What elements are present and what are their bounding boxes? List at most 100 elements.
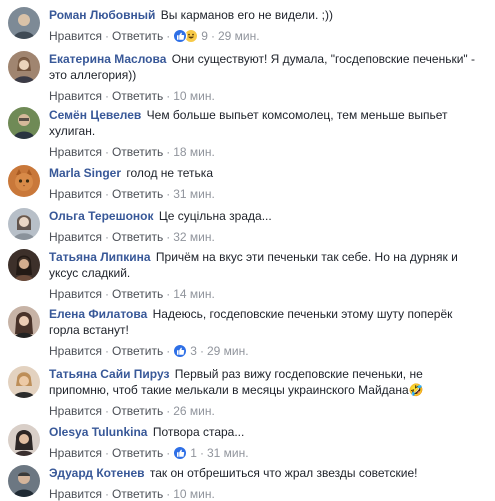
comment-text: Потвора стара... bbox=[152, 425, 245, 439]
separator: · bbox=[199, 344, 204, 358]
separator: · bbox=[104, 344, 109, 358]
reply-link[interactable]: Ответить bbox=[112, 287, 163, 301]
comment-body: Семён Цевелев Чем больше выпьет комсомол… bbox=[49, 107, 477, 160]
like-link[interactable]: Нравится bbox=[49, 29, 102, 43]
like-link[interactable]: Нравится bbox=[49, 446, 102, 460]
laughing-emoji-icon: 🤣 bbox=[408, 383, 424, 397]
like-link[interactable]: Нравится bbox=[49, 344, 102, 358]
like-link[interactable]: Нравится bbox=[49, 487, 102, 501]
comment-text-line: Татьяна Липкина Причём на вкус эти печен… bbox=[49, 249, 477, 281]
reply-link[interactable]: Ответить bbox=[112, 404, 163, 418]
separator: · bbox=[199, 446, 204, 460]
comment-actions: Нравится · Ответить · 3 · 29 мин. bbox=[49, 343, 477, 360]
comment-text-line: Ольга Терешонок Це суцільна зрада... bbox=[49, 208, 477, 224]
separator: · bbox=[166, 487, 171, 501]
author-name[interactable]: Семён Цевелев bbox=[49, 108, 141, 122]
comment-text-line: Роман Любовный Вы карманов его не видели… bbox=[49, 7, 477, 23]
timestamp[interactable]: 32 мин. bbox=[173, 230, 215, 244]
separator: · bbox=[104, 287, 109, 301]
comment-text: голод не тетька bbox=[126, 166, 213, 180]
avatar[interactable] bbox=[8, 51, 40, 83]
reaction-count: 3 bbox=[190, 343, 197, 358]
reply-link[interactable]: Ответить bbox=[112, 145, 163, 159]
like-icon bbox=[173, 445, 188, 460]
comment-body: Татьяна Сайи Пируз Первый раз вижу госде… bbox=[49, 366, 477, 419]
separator: · bbox=[104, 29, 109, 43]
avatar[interactable] bbox=[8, 165, 40, 197]
like-link[interactable]: Нравится bbox=[49, 145, 102, 159]
author-name[interactable]: Marla Singer bbox=[49, 166, 121, 180]
comment-body: Роман Любовный Вы карманов его не видели… bbox=[49, 7, 477, 45]
timestamp[interactable]: 31 мин. bbox=[207, 446, 249, 460]
separator: · bbox=[166, 230, 171, 244]
reactions[interactable]: 1 bbox=[173, 445, 197, 461]
comment-body: Елена Филатова Надеюсь, госдеповские печ… bbox=[49, 306, 477, 360]
author-name[interactable]: Olesya Tulunkina bbox=[49, 425, 147, 439]
timestamp[interactable]: 10 мин. bbox=[173, 89, 215, 103]
author-name[interactable]: Екатерина Маслова bbox=[49, 52, 166, 66]
timestamp[interactable]: 31 мин. bbox=[173, 187, 215, 201]
comment-text-line: Эдуард Котенев так он отбрешиться что жр… bbox=[49, 465, 477, 481]
like-link[interactable]: Нравится bbox=[49, 287, 102, 301]
author-name[interactable]: Ольга Терешонок bbox=[49, 209, 154, 223]
author-name[interactable]: Роман Любовный bbox=[49, 8, 155, 22]
timestamp[interactable]: 29 мин. bbox=[218, 29, 260, 43]
timestamp[interactable]: 14 мин. bbox=[173, 287, 215, 301]
separator: · bbox=[104, 230, 109, 244]
reactions[interactable]: 9 bbox=[173, 28, 208, 44]
like-link[interactable]: Нравится bbox=[49, 89, 102, 103]
comment-actions: Нравится · Ответить · 18 мин. bbox=[49, 144, 477, 160]
separator: · bbox=[104, 446, 109, 460]
like-link[interactable]: Нравится bbox=[49, 187, 102, 201]
avatar[interactable] bbox=[8, 249, 40, 281]
separator: · bbox=[166, 29, 171, 43]
like-icon bbox=[173, 343, 188, 358]
separator: · bbox=[166, 89, 171, 103]
comment-body: Ольга Терешонок Це суцільна зрада... Нра… bbox=[49, 208, 477, 245]
author-name[interactable]: Эдуард Котенев bbox=[49, 466, 145, 480]
comment-text: Це суцільна зрада... bbox=[158, 209, 272, 223]
reply-link[interactable]: Ответить bbox=[112, 89, 163, 103]
avatar[interactable] bbox=[8, 7, 40, 39]
avatar[interactable] bbox=[8, 424, 40, 456]
comment-body: Екатерина Маслова Они существуют! Я дума… bbox=[49, 51, 477, 104]
separator: · bbox=[104, 404, 109, 418]
separator: · bbox=[166, 404, 171, 418]
reply-link[interactable]: Ответить bbox=[112, 344, 163, 358]
avatar[interactable] bbox=[8, 465, 40, 497]
reply-link[interactable]: Ответить bbox=[112, 230, 163, 244]
avatar[interactable] bbox=[8, 208, 40, 240]
separator: · bbox=[104, 145, 109, 159]
avatar[interactable] bbox=[8, 107, 40, 139]
author-name[interactable]: Елена Филатова bbox=[49, 307, 147, 321]
comment-text: так он отбрешиться что жрал звезды совет… bbox=[149, 466, 418, 480]
reactions[interactable]: 3 bbox=[173, 343, 197, 359]
avatar[interactable] bbox=[8, 366, 40, 398]
separator: · bbox=[166, 446, 171, 460]
comment-body: Эдуард Котенев так он отбрешиться что жр… bbox=[49, 465, 477, 501]
reply-link[interactable]: Ответить bbox=[112, 187, 163, 201]
separator: · bbox=[166, 287, 171, 301]
separator: · bbox=[104, 187, 109, 201]
author-name[interactable]: Татьяна Липкина bbox=[49, 250, 151, 264]
avatar[interactable] bbox=[8, 306, 40, 338]
timestamp[interactable]: 29 мин. bbox=[207, 344, 249, 358]
author-name[interactable]: Татьяна Сайи Пируз bbox=[49, 367, 169, 381]
comment-actions: Нравится · Ответить · 14 мин. bbox=[49, 286, 477, 302]
like-link[interactable]: Нравится bbox=[49, 230, 102, 244]
separator: · bbox=[166, 145, 171, 159]
comment-actions: Нравится · Ответить · 32 мин. bbox=[49, 229, 477, 245]
separator: · bbox=[166, 187, 171, 201]
like-link[interactable]: Нравится bbox=[49, 404, 102, 418]
comment-body: Татьяна Липкина Причём на вкус эти печен… bbox=[49, 249, 477, 302]
timestamp[interactable]: 10 мин. bbox=[173, 487, 215, 501]
separator: · bbox=[104, 89, 109, 103]
reply-link[interactable]: Ответить bbox=[112, 487, 163, 501]
reply-link[interactable]: Ответить bbox=[112, 29, 163, 43]
timestamp[interactable]: 26 мин. bbox=[173, 404, 215, 418]
timestamp[interactable]: 18 мин. bbox=[173, 145, 215, 159]
separator: · bbox=[166, 344, 171, 358]
separator: · bbox=[210, 29, 215, 43]
reply-link[interactable]: Ответить bbox=[112, 446, 163, 460]
reaction-count: 1 bbox=[190, 445, 197, 460]
